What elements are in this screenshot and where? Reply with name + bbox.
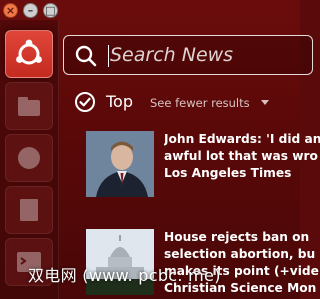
search-box[interactable] bbox=[63, 35, 313, 75]
result-item[interactable]: John Edwards: 'I did an awful lot that w… bbox=[86, 131, 320, 201]
see-fewer-results-link[interactable]: See fewer results bbox=[150, 96, 250, 110]
maximize-icon: □ bbox=[45, 4, 56, 17]
browser-icon bbox=[18, 147, 40, 169]
dash-home-button[interactable] bbox=[5, 30, 53, 78]
result-headline: John Edwards: 'I did an awful lot that w… bbox=[164, 132, 320, 180]
text-cursor bbox=[108, 45, 109, 67]
search-icon bbox=[75, 45, 97, 67]
launcher-item-browser[interactable] bbox=[5, 134, 53, 182]
result-thumbnail bbox=[86, 131, 154, 197]
category-title: Top bbox=[106, 92, 133, 111]
files-icon bbox=[20, 199, 38, 221]
home-folder-icon bbox=[18, 97, 40, 116]
close-icon: × bbox=[5, 4, 16, 17]
ubuntu-logo-icon bbox=[16, 39, 42, 65]
maximize-button[interactable]: □ bbox=[43, 3, 58, 18]
minimize-button[interactable]: – bbox=[23, 3, 38, 18]
close-button[interactable]: × bbox=[3, 3, 18, 18]
launcher-item-home[interactable] bbox=[5, 82, 53, 130]
launcher bbox=[0, 20, 59, 299]
chevron-down-icon[interactable] bbox=[261, 100, 269, 105]
minimize-icon: – bbox=[27, 4, 34, 17]
watermark: 双电网 (www. pcbc. me) bbox=[28, 266, 221, 285]
portrait-photo-icon bbox=[86, 131, 154, 197]
check-circle-icon bbox=[75, 92, 95, 112]
launcher-item-files[interactable] bbox=[5, 186, 53, 234]
search-input[interactable] bbox=[110, 36, 310, 74]
